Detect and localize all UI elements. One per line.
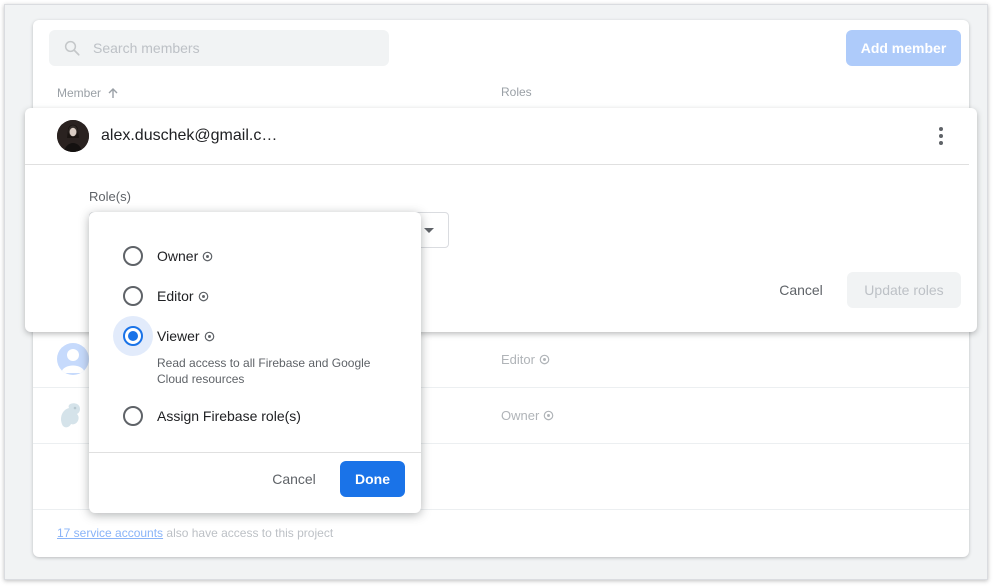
cancel-button[interactable]: Cancel (766, 272, 836, 308)
search-input[interactable] (93, 30, 373, 66)
member-role-label: Owner (501, 408, 540, 423)
role-option-text: Assign Firebase role(s) (157, 408, 301, 424)
avatar (57, 400, 85, 430)
avatar (57, 120, 89, 152)
service-accounts-note: 17 service accounts also have access to … (57, 526, 333, 540)
arrow-up-icon (108, 88, 118, 98)
update-roles-button[interactable]: Update roles (847, 272, 961, 308)
column-header-member[interactable]: Member (57, 86, 119, 100)
role-dropdown: Owner Editor Viewer Read access to all F… (89, 212, 421, 513)
member-email: alex.duschek@gmail.c… (101, 127, 278, 144)
dropdown-cancel-button[interactable]: Cancel (259, 461, 329, 497)
role-option-label: Assign Firebase role(s) (157, 408, 301, 424)
column-header-member-label: Member (57, 86, 102, 100)
radio-button-selected[interactable] (123, 326, 143, 346)
radio-button[interactable] (123, 406, 143, 426)
role-option-viewer[interactable]: Viewer (111, 316, 411, 356)
role-option-text: Viewer (157, 328, 200, 344)
avatar (57, 343, 89, 375)
role-option-label: Owner (157, 248, 213, 264)
search-bar[interactable] (49, 30, 389, 66)
member-edit-header: alex.duschek@gmail.c… (25, 108, 969, 165)
divider (89, 452, 421, 453)
role-option-text: Editor (157, 288, 194, 304)
member-role: Owner (501, 408, 554, 423)
role-option-assign-firebase[interactable]: Assign Firebase role(s) (111, 396, 411, 436)
info-icon[interactable] (539, 354, 550, 365)
caret-down-icon (424, 228, 434, 233)
radio-button[interactable] (123, 286, 143, 306)
info-icon[interactable] (543, 410, 554, 421)
service-accounts-link[interactable]: 17 service accounts (57, 526, 163, 540)
radio-button[interactable] (123, 246, 143, 266)
dragon-icon (61, 403, 80, 428)
person-icon (61, 349, 85, 373)
info-icon[interactable] (202, 251, 213, 262)
add-member-button[interactable]: Add member (846, 30, 961, 66)
role-option-label: Viewer (157, 328, 215, 344)
role-option-owner[interactable]: Owner (111, 236, 411, 276)
more-vert-icon[interactable] (931, 126, 951, 146)
done-button[interactable]: Done (340, 461, 405, 497)
column-header-roles: Roles (501, 85, 532, 99)
search-icon (64, 40, 80, 56)
info-icon[interactable] (204, 331, 215, 342)
service-accounts-text: also have access to this project (163, 526, 334, 540)
role-option-text: Owner (157, 248, 199, 264)
role-option-editor[interactable]: Editor (111, 276, 411, 316)
member-role: Editor (501, 352, 550, 367)
info-icon[interactable] (198, 291, 209, 302)
roles-label: Role(s) (89, 189, 131, 204)
member-role-label: Editor (501, 352, 535, 367)
role-option-label: Editor (157, 288, 209, 304)
user-photo-icon (57, 120, 89, 152)
role-option-description: Read access to all Firebase and Google C… (157, 356, 371, 386)
